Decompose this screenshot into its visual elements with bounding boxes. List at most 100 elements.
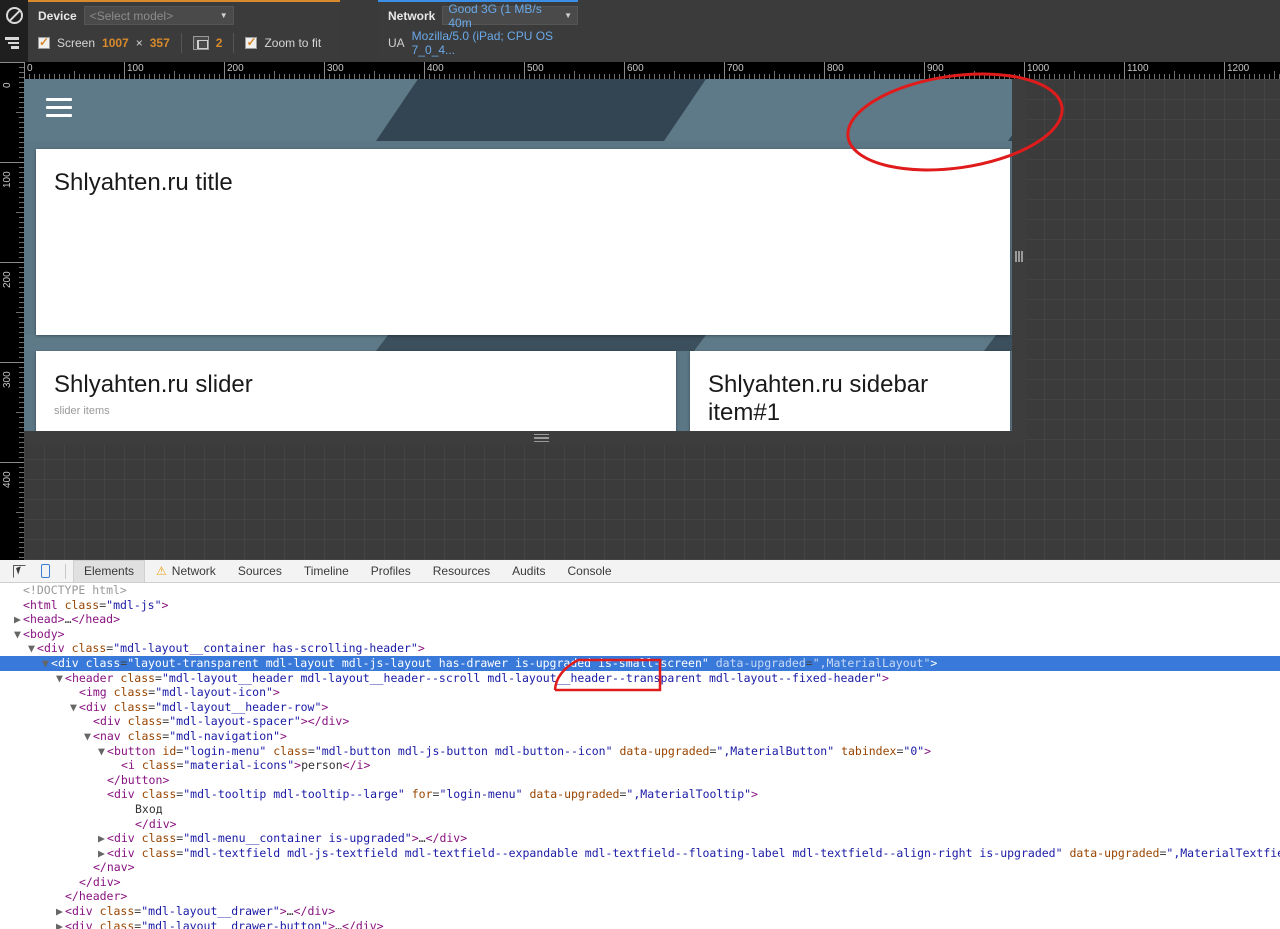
sidebar-card-text: Shlyahten.ru sidebar item#1 — [708, 371, 929, 426]
ruler-tick-label: 100 — [2, 171, 13, 188]
network-throttle-icon[interactable] — [5, 36, 23, 50]
disclosure-triangle-icon[interactable]: ▼ — [56, 671, 65, 686]
disclosure-triangle-icon[interactable]: ▼ — [84, 729, 93, 744]
dom-line[interactable]: ▶ <div class="mdl-layout__drawer">…</div> — [0, 904, 1280, 919]
chevron-down-icon: ▼ — [564, 11, 572, 20]
dom-line[interactable]: <html class="mdl-js"> — [0, 598, 1280, 613]
dom-line[interactable]: ▼ <button id="login-menu" class="mdl-butt… — [0, 744, 1280, 759]
title-card: Shlyahten.ru title — [36, 149, 1010, 335]
screen-label: Screen — [57, 35, 96, 50]
tab-resources[interactable]: Resources — [422, 560, 501, 583]
divider — [180, 32, 182, 53]
device-pixel-ratio-value[interactable]: 2 — [216, 36, 223, 50]
disclosure-triangle-icon[interactable]: ▶ — [98, 846, 107, 861]
header-slant-shape-left — [376, 79, 706, 141]
device-pixel-ratio-icon[interactable] — [192, 35, 209, 50]
viewport-resize-handle-width[interactable] — [1013, 243, 1025, 269]
screen-checkbox[interactable] — [38, 35, 50, 49]
ruler-tick-label: 300 — [2, 371, 13, 388]
disclosure-triangle-icon[interactable]: ▼ — [98, 744, 107, 759]
chevron-down-icon: ▼ — [219, 11, 228, 20]
ruler-tick-label: 500 — [527, 63, 544, 74]
slider-card-text: Shlyahten.ru slider — [54, 371, 253, 398]
dom-line[interactable]: </div> — [0, 875, 1280, 890]
slider-card-subtext: slider items — [54, 405, 110, 417]
title-card-text: Shlyahten.ru title — [54, 169, 233, 196]
device-frame: Shlyahten.ru title Shlyahten.ru slider s… — [24, 79, 1026, 445]
disclosure-triangle-icon[interactable]: ▼ — [14, 627, 23, 642]
dom-line[interactable]: ▶ <head>…</head> — [0, 612, 1280, 627]
inspect-element-icon[interactable] — [6, 560, 32, 582]
disclosure-triangle-icon[interactable]: ▶ — [56, 904, 65, 919]
tab-elements[interactable]: Elements — [73, 559, 146, 583]
ruler-tick-label: 1000 — [1027, 63, 1050, 74]
tab-network[interactable]: ⚠ Network — [145, 560, 227, 583]
device-model-select[interactable]: <Select model> ▼ — [83, 6, 234, 25]
ruler-tick-label: 200 — [2, 271, 13, 288]
slider-card: Shlyahten.ru slider slider items — [36, 351, 676, 431]
ruler-tick-label: 100 — [127, 63, 144, 74]
dom-line[interactable]: Вход — [0, 802, 1280, 817]
dom-line[interactable]: <i class="material-icons">person</i> — [0, 758, 1280, 773]
dom-line[interactable]: </header> — [0, 889, 1280, 904]
dom-line[interactable]: ▶ <div class="mdl-menu__container is-upgr… — [0, 831, 1280, 846]
tab-label: Audits — [512, 564, 546, 578]
dom-line[interactable]: </div> — [0, 817, 1280, 832]
ruler-tick-label: 300 — [327, 63, 344, 74]
device-model-value: <Select model> — [89, 8, 174, 23]
dom-line[interactable]: <div class="mdl-tooltip mdl-tooltip--lar… — [0, 787, 1280, 802]
tab-label: Resources — [432, 564, 491, 578]
disclosure-triangle-icon[interactable]: ▼ — [42, 656, 51, 671]
ruler-tick-label: 200 — [227, 63, 244, 74]
tab-timeline[interactable]: Timeline — [293, 560, 360, 583]
dom-line[interactable]: ▼ <body> — [0, 627, 1280, 642]
dom-line[interactable]: <div class="mdl-layout-spacer"></div> — [0, 714, 1280, 729]
tab-console[interactable]: Console — [556, 560, 622, 583]
disclosure-triangle-icon[interactable]: ▶ — [56, 919, 65, 929]
warning-icon: ⚠ — [156, 564, 167, 578]
content-row: Shlyahten.ru slider slider items Shlyaht… — [36, 351, 1010, 431]
screen-width-input[interactable]: 1007 — [102, 36, 129, 50]
block-icon[interactable] — [5, 7, 23, 24]
devtools-tabs: Elements ⚠ Network Sources Timeline Profiles R… — [73, 559, 623, 583]
tab-label: Sources — [237, 564, 282, 578]
device-toolbar-icon[interactable] — [32, 560, 58, 582]
disclosure-triangle-icon[interactable]: ▶ — [98, 831, 107, 846]
dom-line-selected[interactable]: ▼ <div class="layout-transparent mdl-layo… — [0, 655, 1280, 671]
horizontal-ruler: 0 100 200 300 400 500 600 700 800 900 1000 1100 1200 — [0, 62, 1280, 79]
dom-line[interactable]: </nav> — [0, 860, 1280, 875]
menu-icon[interactable] — [46, 98, 72, 118]
dom-line[interactable]: ▶ <div class="mdl-layout__drawer-button">… — [0, 919, 1280, 929]
ruler-tick-label: 900 — [927, 63, 944, 74]
device-emulation-toolbar: Device <Select model> ▼ Screen 1007 × 35… — [0, 0, 1280, 62]
dom-line[interactable]: </button> — [0, 773, 1280, 788]
vertical-ruler: 0 100 200 300 400 — [0, 62, 24, 560]
ruler-tick-label: 0 — [27, 63, 33, 74]
devtools-tabbar: Elements ⚠ Network Sources Timeline Profiles R… — [0, 559, 1280, 583]
zoom-to-fit-checkbox[interactable] — [245, 35, 258, 49]
dom-line[interactable]: ▼ <nav class="mdl-navigation"> — [0, 729, 1280, 744]
dom-line[interactable]: ▶ <div class="mdl-textfield mdl-js-textfi… — [0, 846, 1280, 861]
toolbar-empty-space — [578, 0, 1280, 62]
dom-line[interactable]: ▼ <div class="mdl-layout__container has-s… — [0, 641, 1280, 656]
disclosure-triangle-icon[interactable]: ▶ — [14, 612, 23, 627]
network-throttle-value: Good 3G (1 MB/s 40m — [448, 1, 542, 30]
dom-line[interactable]: ▼ <div class="mdl-layout__header-row"> — [0, 700, 1280, 715]
tab-sources[interactable]: Sources — [227, 560, 293, 583]
elements-dom-tree[interactable]: <!DOCTYPE html> <html class="mdl-js"> ▶ <he… — [0, 583, 1280, 929]
dom-line[interactable]: ▼ <header class="mdl-layout__header mdl-l… — [0, 671, 1280, 686]
header-slant-shape-right — [1008, 79, 1012, 141]
ruler-tick-label: 1200 — [1227, 63, 1250, 74]
network-throttle-select[interactable]: Good 3G (1 MB/s 40m ▼ — [442, 2, 578, 30]
divider — [65, 563, 66, 579]
disclosure-triangle-icon[interactable]: ▼ — [28, 641, 37, 656]
ua-string-value[interactable]: Mozilla/5.0 (iPad; CPU OS 7_0_4... — [412, 29, 578, 57]
screen-height-input[interactable]: 357 — [150, 36, 170, 50]
dom-line[interactable]: <!DOCTYPE html> — [0, 583, 1280, 598]
tab-label: Console — [567, 564, 612, 578]
dom-line[interactable]: <img class="mdl-layout-icon"> — [0, 685, 1280, 700]
tab-audits[interactable]: Audits — [501, 560, 556, 583]
disclosure-triangle-icon[interactable]: ▼ — [70, 700, 79, 715]
tab-profiles[interactable]: Profiles — [360, 560, 422, 583]
viewport-resize-handle-height[interactable] — [518, 432, 564, 444]
